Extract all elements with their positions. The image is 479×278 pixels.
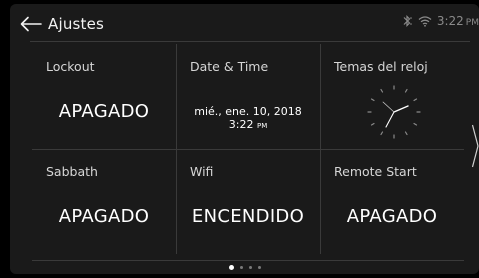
status-time: 3:22 — [436, 14, 464, 28]
status-clock: 3:22 PM — [437, 14, 479, 28]
tile-value: APAGADO — [58, 206, 150, 227]
tile-label: Lockout — [46, 59, 95, 74]
time-ampm: PM — [256, 122, 268, 130]
tile-date-time[interactable]: Date & Time mié., ene. 10, 2018 3:22 PM — [176, 44, 320, 149]
tile-wifi[interactable]: Wifi ENCENDIDO — [176, 149, 320, 254]
tile-value: APAGADO — [58, 101, 150, 122]
page-dot-3[interactable] — [248, 266, 252, 269]
date-time-value: mié., ene. 10, 2018 3:22 PM — [176, 105, 320, 133]
time-text: 3:22 — [228, 118, 254, 131]
tile-value: APAGADO — [346, 206, 438, 227]
time-line: 3:22 PM — [176, 118, 320, 133]
tile-label: Remote Start — [334, 164, 417, 179]
settings-screen: Ajustes 3:22 PM Lockout APAGADO Date & T… — [10, 4, 479, 274]
header: Ajustes 3:22 PM — [10, 4, 479, 42]
page-title: Ajustes — [48, 15, 105, 33]
header-divider — [30, 41, 470, 42]
tile-label: Wifi — [190, 164, 214, 179]
status-bar: 3:22 PM — [401, 14, 479, 28]
tile-clock-themes[interactable]: Temas del reloj — [320, 44, 464, 149]
wifi-icon — [418, 16, 432, 27]
page-dot-1[interactable] — [228, 265, 234, 270]
page-dot-4[interactable] — [257, 266, 261, 269]
tile-sabbath[interactable]: Sabbath APAGADO — [32, 149, 176, 254]
status-ampm: PM — [465, 18, 479, 28]
back-button[interactable]: Ajustes — [20, 12, 110, 36]
bottom-divider — [32, 260, 464, 261]
tile-label: Temas del reloj — [334, 59, 428, 74]
date-text: mié., ene. 10, 2018 — [194, 105, 302, 118]
tile-remote-start[interactable]: Remote Start APAGADO — [320, 149, 464, 254]
tile-label: Date & Time — [190, 59, 269, 74]
tile-lockout[interactable]: Lockout APAGADO — [32, 44, 176, 149]
bluetooth-icon — [403, 15, 412, 27]
page-dot-2[interactable] — [239, 266, 243, 269]
back-arrow-icon — [20, 16, 42, 32]
analog-clock-icon — [367, 85, 421, 139]
tile-label: Sabbath — [46, 164, 98, 179]
tile-value: ENCENDIDO — [191, 206, 305, 227]
page-indicator — [10, 265, 479, 270]
next-page-arrow-icon[interactable] — [472, 124, 479, 168]
settings-grid: Lockout APAGADO Date & Time mié., ene. 1… — [32, 44, 464, 261]
